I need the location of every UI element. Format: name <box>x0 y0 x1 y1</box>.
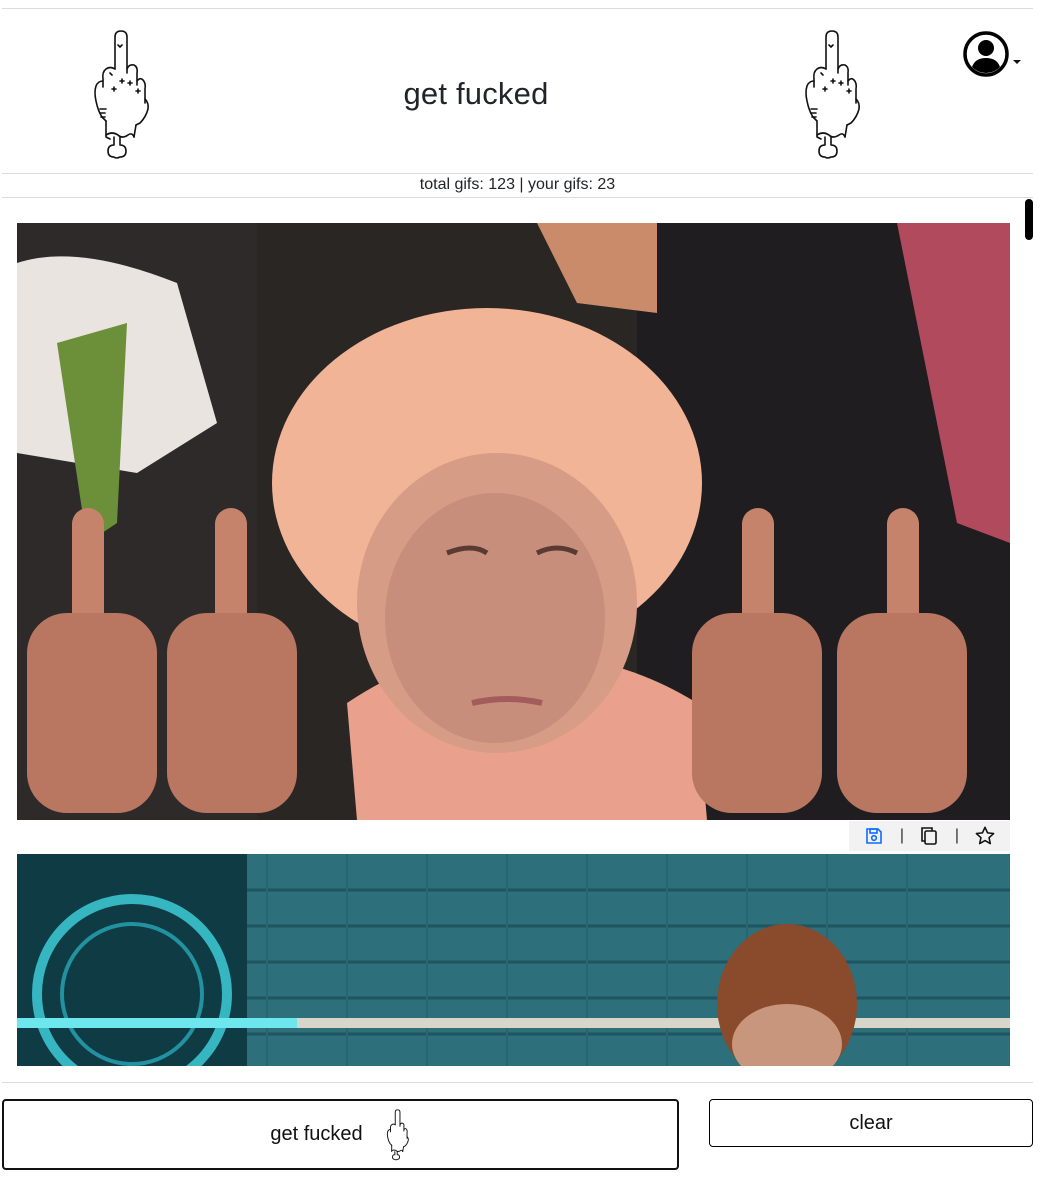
gif-action-bar: | | <box>849 821 1010 851</box>
user-avatar-icon <box>963 31 1009 77</box>
header-top-divider <box>2 8 1033 9</box>
middle-finger-icon <box>386 1108 409 1160</box>
get-gif-button-label: get fucked <box>270 1123 363 1145</box>
action-separator: | <box>899 827 905 844</box>
your-gifs-label: your gifs: <box>528 176 593 193</box>
save-icon[interactable] <box>863 825 885 847</box>
gif-image[interactable] <box>17 854 1010 1066</box>
clear-button[interactable]: clear <box>709 1099 1033 1147</box>
gif-feed[interactable]: | | <box>0 199 1040 1073</box>
middle-finger-logo-right <box>803 29 863 161</box>
total-gifs-count: 123 <box>488 176 515 193</box>
gif-picture <box>17 854 1010 1066</box>
gif-image[interactable] <box>17 223 1010 820</box>
get-gif-button[interactable]: get fucked <box>2 1099 679 1170</box>
middle-finger-logo-left <box>92 29 152 161</box>
gif-stats: total gifs: 123 | your gifs: 23 <box>2 176 1033 194</box>
stats-separator: | <box>519 176 524 193</box>
stats-divider <box>2 197 1033 198</box>
user-account-menu[interactable] <box>962 30 1024 78</box>
chevron-down-icon <box>1013 60 1021 64</box>
feed-scrollbar[interactable] <box>1025 199 1033 240</box>
footer-divider <box>2 1082 1033 1083</box>
page-title: get fucked <box>403 76 549 111</box>
favorite-star-icon[interactable] <box>974 825 996 847</box>
gif-picture <box>17 223 1010 820</box>
header-bottom-divider <box>2 173 1033 174</box>
action-separator: | <box>954 827 960 844</box>
copy-icon[interactable] <box>918 825 940 847</box>
total-gifs-label: total gifs: <box>419 176 484 193</box>
your-gifs-count: 23 <box>597 176 616 193</box>
